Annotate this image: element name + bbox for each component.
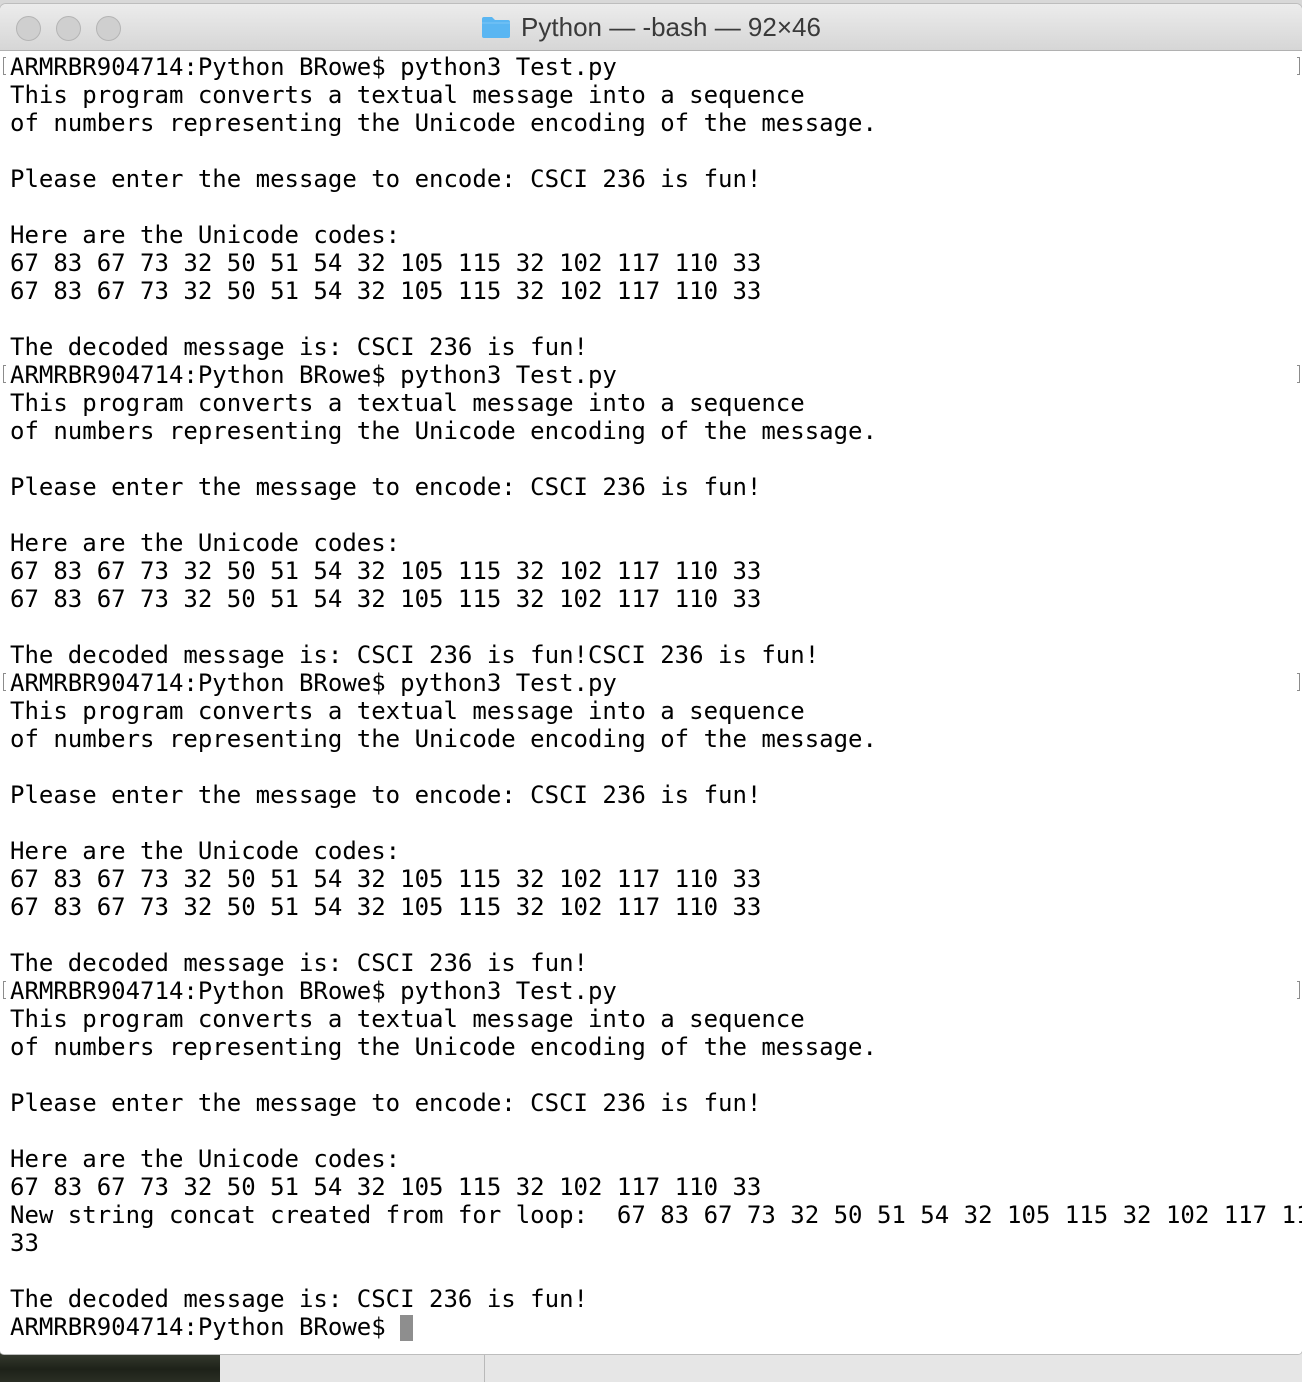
terminal-line: The decoded message is: CSCI 236 is fun! (10, 949, 588, 977)
terminal-line: 33 (10, 1229, 39, 1257)
session-mark-right (1297, 57, 1300, 75)
terminal-line: The decoded message is: CSCI 236 is fun! (10, 1285, 588, 1313)
session-mark-left (3, 673, 6, 691)
session-mark-left (3, 57, 6, 75)
terminal-line: This program converts a textual message … (10, 389, 805, 417)
terminal-window: Python — -bash — 92×46 ARMRBR904714:Pyth… (0, 4, 1302, 1354)
terminal-line: ARMRBR904714:Python BRowe$ python3 Test.… (10, 361, 617, 389)
terminal-line: of numbers representing the Unicode enco… (10, 1033, 877, 1061)
terminal-line: of numbers representing the Unicode enco… (10, 725, 877, 753)
terminal-line: The decoded message is: CSCI 236 is fun! (10, 333, 588, 361)
terminal-line: Please enter the message to encode: CSCI… (10, 473, 762, 501)
session-mark-right (1297, 673, 1300, 691)
terminal-line: New string concat created from for loop:… (10, 1201, 1302, 1229)
terminal-line: of numbers representing the Unicode enco… (10, 417, 877, 445)
terminal-line: ARMRBR904714:Python BRowe$ python3 Test.… (10, 669, 617, 697)
session-mark-right (1297, 981, 1300, 999)
terminal-line: Here are the Unicode codes: (10, 1145, 401, 1173)
terminal-line: Here are the Unicode codes: (10, 529, 401, 557)
text-cursor (400, 1315, 414, 1341)
terminal-line: Please enter the message to encode: CSCI… (10, 1089, 762, 1117)
desktop-background (0, 1350, 1302, 1382)
background-window (220, 1350, 1302, 1382)
terminal-output[interactable]: ARMRBR904714:Python BRowe$ python3 Test.… (0, 51, 1302, 1354)
prompt-line[interactable]: ARMRBR904714:Python BRowe$ (10, 1313, 1302, 1341)
desktop-wallpaper (0, 1350, 220, 1382)
shell-prompt: ARMRBR904714:Python BRowe$ (10, 1313, 401, 1341)
terminal-line: 67 83 67 73 32 50 51 54 32 105 115 32 10… (10, 277, 762, 305)
window-title-area: Python — -bash — 92×46 (0, 4, 1302, 50)
terminal-line: ARMRBR904714:Python BRowe$ python3 Test.… (10, 53, 617, 81)
terminal-line: The decoded message is: CSCI 236 is fun!… (10, 641, 820, 669)
background-window-divider (484, 1350, 485, 1382)
terminal-line: Here are the Unicode codes: (10, 221, 401, 249)
window-title: Python — -bash — 92×46 (521, 11, 821, 42)
terminal-line: 67 83 67 73 32 50 51 54 32 105 115 32 10… (10, 585, 762, 613)
title-bar[interactable]: Python — -bash — 92×46 (0, 4, 1302, 51)
terminal-line: of numbers representing the Unicode enco… (10, 109, 877, 137)
terminal-line: This program converts a textual message … (10, 1005, 805, 1033)
session-mark-left (3, 365, 6, 383)
folder-icon (482, 17, 511, 38)
terminal-line: 67 83 67 73 32 50 51 54 32 105 115 32 10… (10, 1173, 762, 1201)
session-mark-right (1297, 365, 1300, 383)
terminal-line: 67 83 67 73 32 50 51 54 32 105 115 32 10… (10, 557, 762, 585)
terminal-line: 67 83 67 73 32 50 51 54 32 105 115 32 10… (10, 893, 762, 921)
terminal-line: Please enter the message to encode: CSCI… (10, 165, 762, 193)
terminal-line: 67 83 67 73 32 50 51 54 32 105 115 32 10… (10, 865, 762, 893)
session-mark-left (3, 981, 6, 999)
terminal-lines: ARMRBR904714:Python BRowe$ python3 Test.… (10, 53, 1302, 1313)
terminal-line: 67 83 67 73 32 50 51 54 32 105 115 32 10… (10, 249, 762, 277)
terminal-line: This program converts a textual message … (10, 81, 805, 109)
terminal-line: Please enter the message to encode: CSCI… (10, 781, 762, 809)
terminal-line: This program converts a textual message … (10, 697, 805, 725)
terminal-line: ARMRBR904714:Python BRowe$ python3 Test.… (10, 977, 617, 1005)
terminal-line: Here are the Unicode codes: (10, 837, 401, 865)
